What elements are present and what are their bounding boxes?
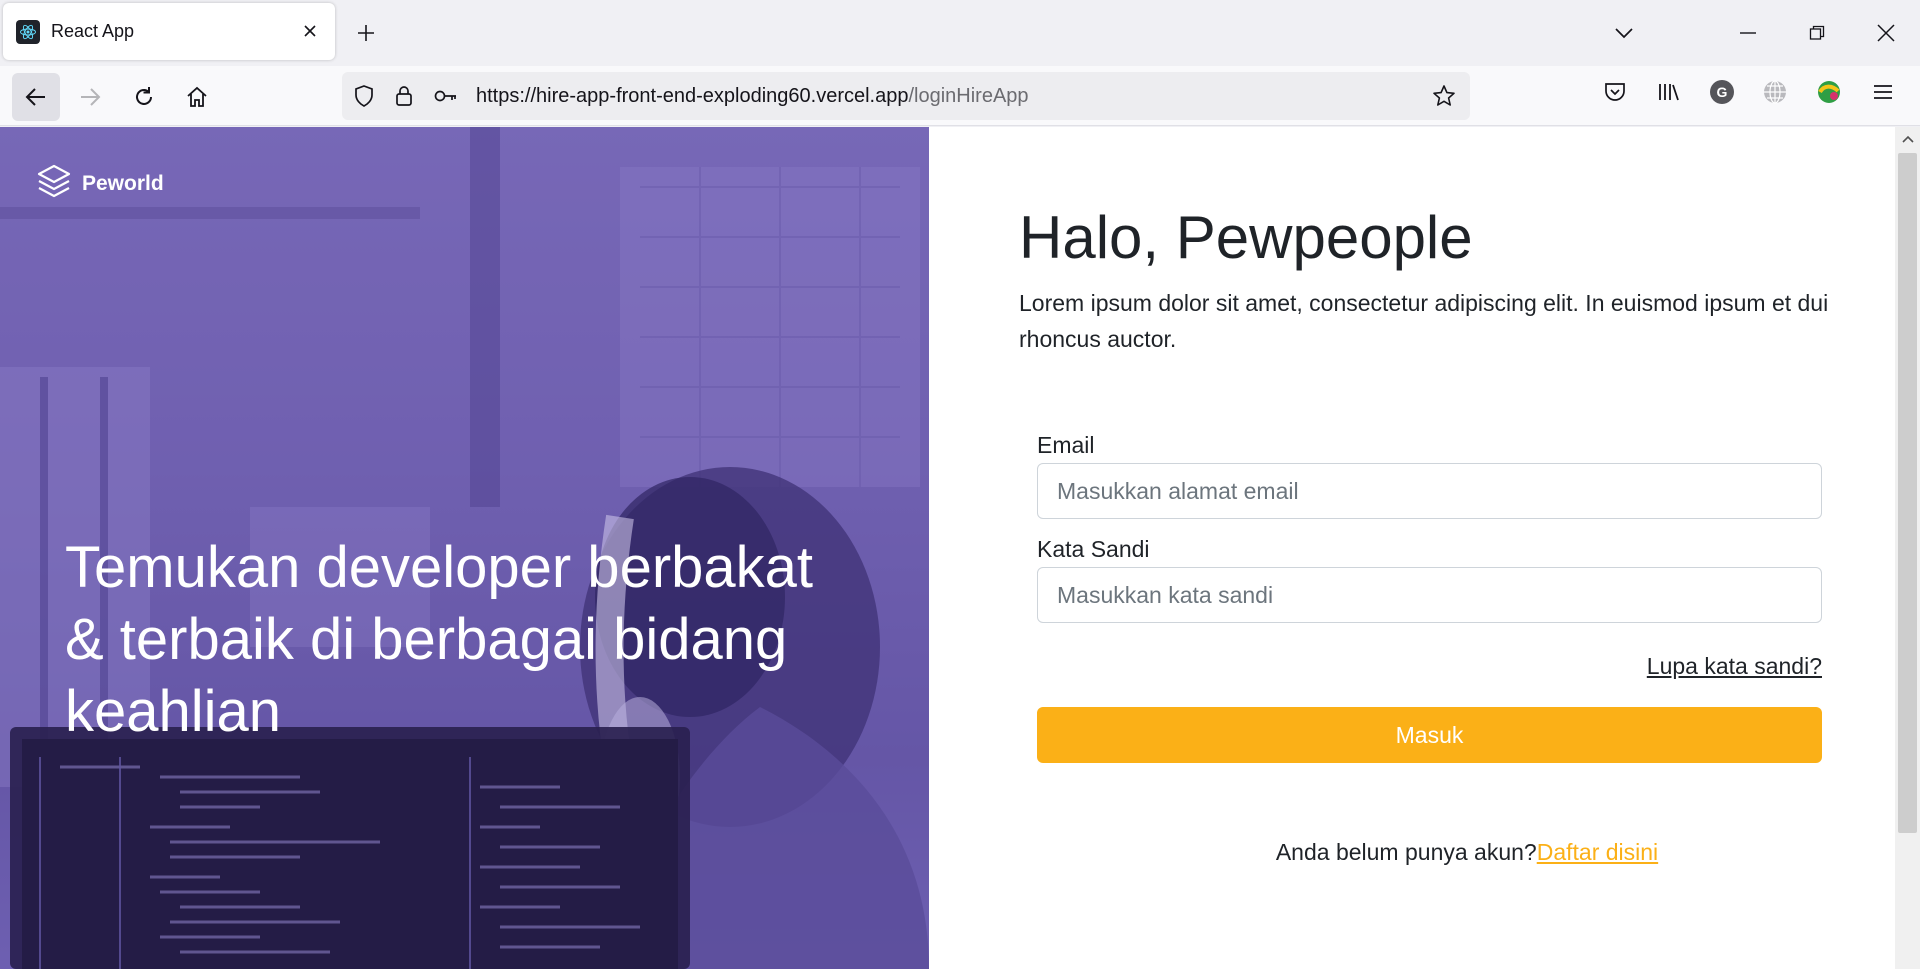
- minimize-icon[interactable]: [1734, 19, 1762, 47]
- layers-logo-icon: [36, 163, 72, 204]
- scroll-up-arrow-icon[interactable]: [1895, 127, 1920, 151]
- page-scrollbar[interactable]: [1895, 127, 1920, 969]
- tab-title: React App: [51, 21, 135, 41]
- home-icon[interactable]: [173, 73, 221, 121]
- key-icon[interactable]: [434, 84, 458, 108]
- forward-arrow-icon[interactable]: [66, 73, 114, 121]
- email-field[interactable]: [1037, 463, 1822, 519]
- url-text[interactable]: https://hire-app-front-end-exploding60.v…: [476, 85, 1029, 108]
- browser-tab[interactable]: React App: [3, 3, 335, 60]
- password-field[interactable]: [1037, 567, 1822, 623]
- register-prompt: Anda belum punya akun?Daftar disini: [929, 839, 1895, 866]
- password-label: Kata Sandi: [1037, 536, 1150, 562]
- brand-name: Peworld: [82, 171, 164, 195]
- url-host: https://hire-app-front-end-exploding60.v…: [476, 85, 909, 107]
- new-tab-plus-icon[interactable]: [352, 19, 380, 47]
- hero-heading: Temukan developer berbakat & terbaik di …: [65, 535, 814, 744]
- restore-icon[interactable]: [1803, 19, 1831, 47]
- scrollbar-thumb[interactable]: [1898, 153, 1917, 833]
- navigation-toolbar: https://hire-app-front-end-exploding60.v…: [0, 66, 1920, 126]
- grammarly-icon[interactable]: G: [1708, 78, 1736, 106]
- library-icon[interactable]: [1655, 78, 1683, 106]
- react-favicon-icon: [16, 19, 40, 44]
- list-tabs-chevron-down-icon[interactable]: [1610, 19, 1638, 47]
- forgot-password-link[interactable]: Lupa kata sandi?: [1647, 653, 1822, 680]
- page-viewport: Peworld Temukan developer berbakat & ter…: [0, 127, 1895, 969]
- hero-panel: Peworld Temukan developer berbakat & ter…: [0, 127, 929, 969]
- globe-icon[interactable]: [1761, 78, 1789, 106]
- star-icon[interactable]: [1432, 84, 1456, 108]
- register-link[interactable]: Daftar disini: [1537, 839, 1658, 865]
- register-prompt-text: Anda belum punya akun?: [1275, 839, 1537, 865]
- back-arrow-icon[interactable]: [12, 73, 60, 121]
- url-bar[interactable]: https://hire-app-front-end-exploding60.v…: [342, 72, 1470, 120]
- tab-bar: React App: [0, 0, 1920, 66]
- intro-text: Lorem ipsum dolor sit amet, consectetur …: [1019, 290, 1829, 352]
- close-tab-icon[interactable]: [299, 20, 321, 42]
- login-button[interactable]: Masuk: [1037, 707, 1822, 763]
- email-label: Email: [1037, 432, 1095, 458]
- login-panel: Halo, Pewpeople Lorem ipsum dolor sit am…: [929, 127, 1895, 969]
- extension-icon[interactable]: [1815, 78, 1843, 106]
- menu-icon[interactable]: [1869, 78, 1897, 106]
- shield-icon[interactable]: [352, 84, 376, 108]
- url-path: /loginHireApp: [908, 85, 1029, 107]
- page-title: Halo, Pewpeople: [1019, 204, 1473, 271]
- lock-icon[interactable]: [392, 84, 416, 108]
- brand-logo[interactable]: Peworld: [36, 163, 164, 204]
- window-close-icon[interactable]: [1872, 19, 1900, 47]
- svg-text:G: G: [1717, 84, 1728, 100]
- pocket-icon[interactable]: [1601, 78, 1629, 106]
- reload-icon[interactable]: [120, 73, 168, 121]
